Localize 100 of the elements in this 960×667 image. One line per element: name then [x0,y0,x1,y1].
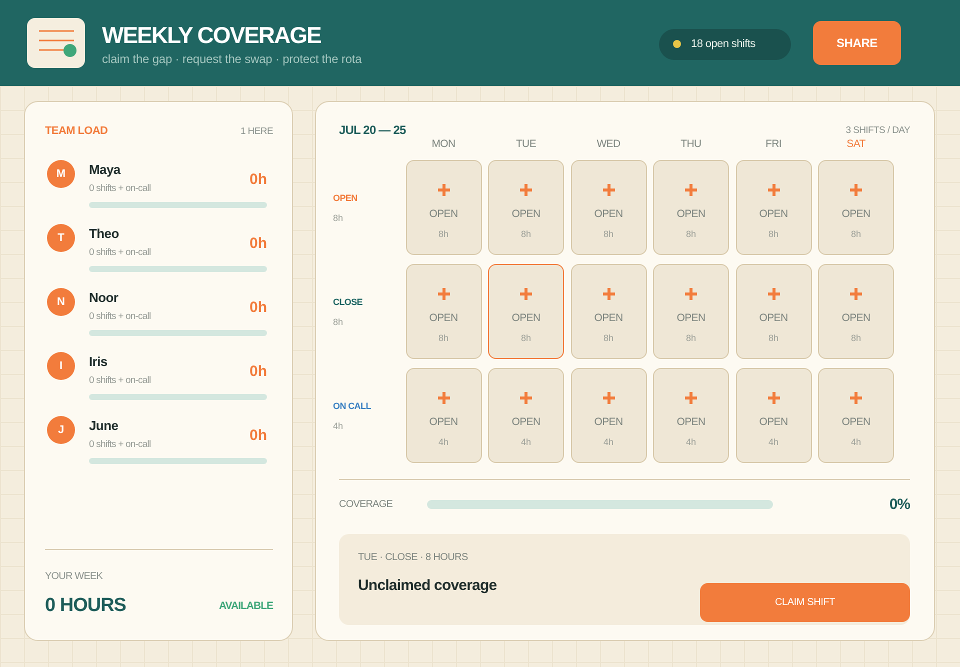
shift-slot[interactable]: OPEN 8h [818,160,894,255]
day-header: TUE [514,137,538,151]
slot-hours: 8h [520,229,531,240]
shifts-per-day: 3 SHIFTS / DAY [846,124,910,136]
shift-hours: 8h [333,212,344,224]
slot-status: OPEN [842,312,870,325]
shift-slot[interactable]: OPEN 8h [653,160,729,255]
plus-icon [850,288,862,300]
member-hours: 0h [249,234,267,252]
claim-shift-button[interactable]: CLAIM SHIFT [700,583,910,622]
plus-icon [520,288,532,300]
plus-icon [850,392,862,404]
slot-hours: 8h [768,333,778,344]
member-hours: 0h [249,426,267,444]
plus-icon [768,392,780,404]
shift-slot[interactable]: OPEN 8h [406,264,482,359]
avatar: T [47,224,75,252]
member-name: June [89,418,120,434]
shift-slot[interactable]: OPEN 8h [488,264,564,359]
shift-hours: 8h [333,316,344,328]
plus-icon [768,288,780,300]
slot-status: OPEN [842,416,870,429]
app-subtitle: claim the gap · request the swap · protect the rota [102,52,362,66]
plus-icon [438,392,450,404]
slot-status: OPEN [594,208,623,221]
slot-status: OPEN [512,208,540,221]
shift-slot[interactable]: OPEN 8h [406,160,482,255]
shift-name: CLOSE [333,296,364,308]
selection-meta: TUE · CLOSE · 8 HOURS [358,551,469,564]
slot-hours: 4h [686,437,696,448]
shift-slot[interactable]: OPEN 8h [570,264,646,359]
slot-hours: 8h [850,229,861,240]
member-detail: 0 shifts + on-call [89,182,152,196]
member-name: Noor [89,290,120,306]
slot-status: OPEN [759,312,788,325]
slot-status: OPEN [512,312,540,324]
section-title: TEAM LOAD [45,125,108,137]
slot-status: OPEN [429,416,458,429]
day-header: MON [430,137,456,151]
slot-hours: 8h [438,333,448,344]
plus-icon [438,184,450,196]
member-detail: 0 shifts + on-call [89,310,152,324]
shift-slot[interactable]: OPEN 4h [406,368,482,463]
shift-slot[interactable]: OPEN 4h [653,368,729,463]
plus-icon [602,184,614,196]
slot-hours: 8h [768,229,778,240]
member-detail: 0 shifts + on-call [89,438,152,452]
slot-hours: 8h [603,333,614,344]
plus-icon [685,184,697,196]
shift-slot[interactable]: OPEN 8h [736,160,812,255]
status-dot-icon [673,40,681,48]
slot-hours: 4h [850,437,861,448]
plus-icon [602,288,614,300]
member-name: Theo [89,226,120,242]
shift-slot[interactable]: OPEN 8h [818,264,894,359]
slot-hours: 8h [686,229,696,240]
shift-slot[interactable]: OPEN 4h [736,368,812,463]
member-hours: 0h [249,170,267,188]
slot-hours: 4h [520,437,531,448]
plus-icon [685,392,697,404]
slot-hours: 8h [603,229,614,240]
shift-slot[interactable]: OPEN 8h [570,160,646,255]
slot-status: OPEN [429,312,458,325]
shift-slot[interactable]: OPEN 4h [488,368,564,463]
coverage-label: COVERAGE [339,498,394,510]
slot-hours: 4h [768,437,778,448]
app-title: WEEKLY COVERAGE [102,20,322,48]
slot-status: OPEN [676,208,706,221]
slot-hours: 8h [438,229,448,240]
plus-icon [438,288,450,300]
slot-status: OPEN [759,208,788,221]
slot-status: OPEN [676,312,706,325]
shift-slot[interactable]: OPEN 4h [818,368,894,463]
shift-slot[interactable]: OPEN 8h [736,264,812,359]
plus-icon [768,184,780,196]
plus-icon [520,184,532,196]
shift-slot[interactable]: OPEN 8h [653,264,729,359]
your-week-hours: 0 HOURS [45,595,126,617]
your-week-label: YOUR WEEK [45,570,104,583]
shift-hours: 4h [333,420,344,432]
plus-icon [685,288,697,300]
shift-name: OPEN [333,192,358,204]
slot-status: OPEN [594,312,623,325]
member-detail: 0 shifts + on-call [89,246,152,260]
slot-hours: 4h [438,437,448,448]
slot-status: OPEN [759,416,788,429]
shift-slot[interactable]: OPEN 8h [488,160,564,255]
avatar: I [47,352,75,380]
plus-icon [602,392,614,404]
shift-slot[interactable]: OPEN 4h [570,368,646,463]
member-hours: 0h [249,362,267,380]
availability-status: AVAILABLE [218,600,273,612]
avatar: N [47,288,75,316]
slot-status: OPEN [594,416,623,429]
slot-hours: 8h [520,332,531,344]
share-button[interactable]: SHARE [813,21,901,65]
date-range: JUL 20 — 25 [339,123,406,137]
list-logo-icon [27,18,85,68]
slot-status: OPEN [842,208,870,221]
slot-hours: 8h [686,333,696,344]
